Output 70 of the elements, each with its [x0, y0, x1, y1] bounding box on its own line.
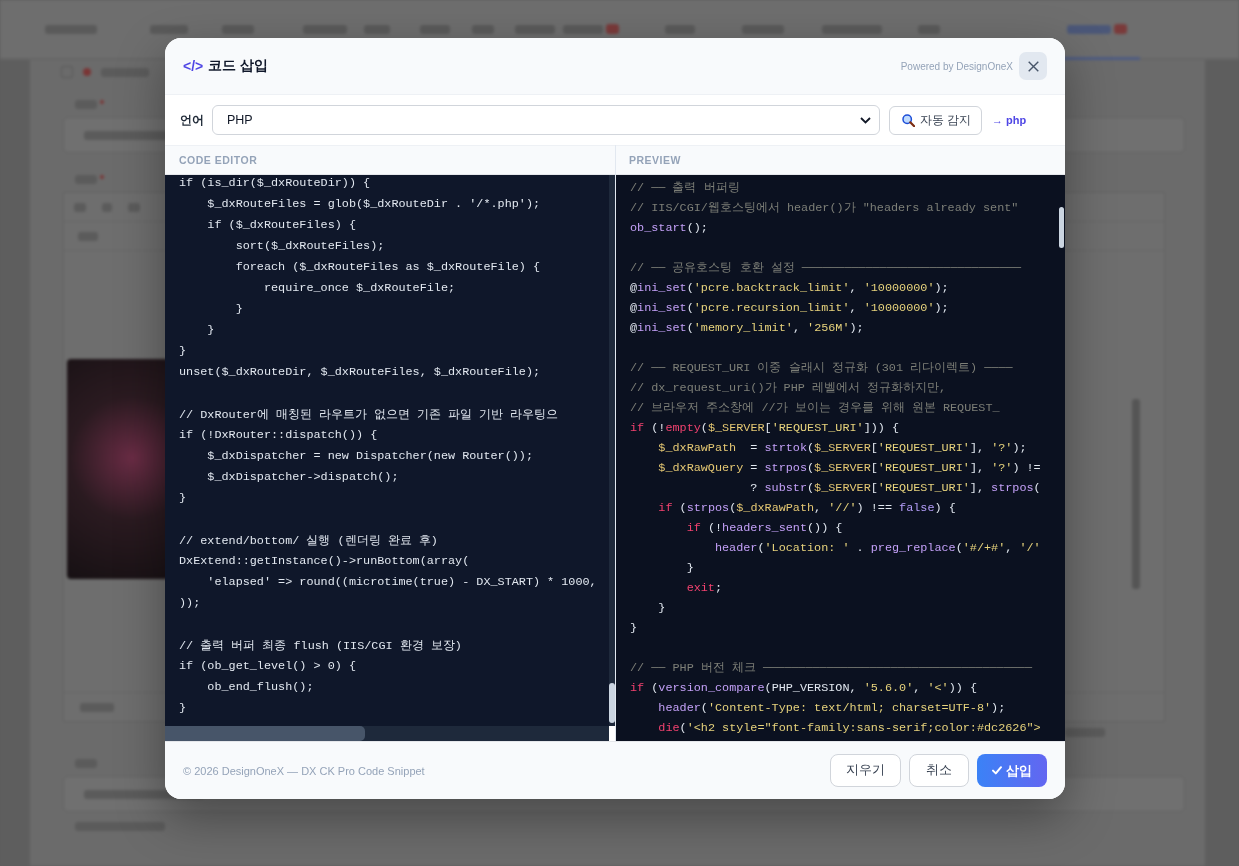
code-line: // extend/bottom/ 실행 (렌더링 완료 후) [179, 533, 438, 550]
code-line: @ini_set('pcre.recursion_limit', '10000000'); [630, 300, 949, 317]
code-line: } [685, 560, 694, 577]
cancel-button[interactable]: 취소 [909, 754, 969, 787]
powered-by-text: Powered by DesignOneX [900, 60, 1013, 72]
code-line: } [630, 620, 638, 637]
code-editor-heading: CODE EDITOR [165, 145, 615, 175]
code-line: } [206, 323, 215, 339]
code-line: die('<h2 style="font-family:sans-serif;color:#dc2626"> [657, 720, 1041, 737]
code-line: ob_start(); [630, 220, 708, 237]
code-line: unset($_dxRouteDir, $_dxRouteFiles, $_dxRouteFile); [179, 365, 541, 381]
auto-detect-button[interactable]: 자동 감지 [888, 105, 982, 135]
language-select[interactable]: PHP [212, 105, 880, 135]
code-line: // dx_request_uri()가 PHP 레벨에서 정규화하지만, [630, 380, 947, 397]
code-line: foreach ($_dxRouteFiles as $_dxRouteFile) { [234, 260, 541, 276]
code-line: if (ob_get_level() > 0) { [179, 659, 356, 675]
code-line: @ini_set('memory_limit', '256M'); [630, 320, 864, 337]
code-line: // 브라우저 주소창에 //가 보이는 경우를 위해 원본 REQUEST_ [630, 400, 1000, 417]
code-line: DxExtend::getInstance()->runBottom(array( [179, 554, 470, 570]
code-line: if (!DxRouter::dispatch()) { [179, 428, 378, 444]
code-line: if (is_dir($_dxRouteDir)) { [179, 176, 371, 192]
code-line: if (!headers_sent()) { [685, 520, 843, 537]
code-line: if (version_compare(PHP_VERSION, '5.6.0', '<')) { [630, 680, 977, 697]
code-icon: </> [183, 58, 204, 74]
code-line: 'elapsed' => round((microtime(true) - DX_START) * 1000, [206, 575, 597, 591]
code-line: // ── REQUEST_URI 이중 슬래시 정규화 (301 리다이렉트) ──── [630, 360, 1013, 377]
code-line: sort($_dxRouteFiles); [234, 239, 385, 255]
code-line: // DxRouter에 매칭된 라우트가 없으면 기존 파일 기반 라우팅으 [179, 407, 559, 424]
code-line: exit; [685, 580, 723, 597]
code-line: require_once $_dxRouteFile; [262, 281, 456, 297]
code-line: header('Content-Type: text/html; charset=UTF-8'); [657, 700, 1006, 717]
code-line: )); [179, 596, 201, 612]
code-line: // 출력 버퍼 최종 flush (IIS/CGI 환경 보장) [179, 638, 462, 655]
clear-button[interactable]: 지우기 [830, 754, 901, 787]
code-line: // ── 출력 버퍼링 [630, 180, 740, 197]
code-line: $_dxDispatcher->dispatch(); [206, 470, 399, 486]
dialog-title: 코드 삽입 [208, 57, 269, 75]
scrollbar-thumb[interactable] [1059, 207, 1064, 248]
code-line: header('Location: ' . preg_replace('#/+#', '/' [713, 540, 1041, 557]
code-line: // IIS/CGI/웹호스팅에서 header()가 "headers already sent" [630, 200, 1019, 217]
insert-button[interactable]: 삽입 [977, 754, 1047, 787]
code-line: // ── PHP 버전 체크 ────────────────────────────────────── [630, 660, 1032, 677]
search-icon [901, 113, 915, 127]
code-line: if ($_dxRouteFiles) { [206, 218, 356, 234]
code-line: // ── 공유호스팅 호환 설정 ─────────────────────────────── [630, 260, 1022, 277]
code-line: ob_end_flush(); [206, 680, 314, 696]
code-line: } [179, 491, 187, 507]
code-line: $_dxRawQuery = strpos($_SERVER['REQUEST_URI'], '?') != [657, 460, 1041, 477]
code-editor[interactable] [165, 175, 609, 726]
language-label: 언어 [180, 111, 204, 129]
code-line: if (!empty($_SERVER['REQUEST_URI'])) { [630, 420, 900, 437]
code-line: @ini_set('pcre.backtrack_limit', '10000000'); [630, 280, 949, 297]
preview-heading: PREVIEW [616, 145, 1065, 175]
code-line: $_dxRawPath = strtok($_SERVER['REQUEST_URI'], '?'); [657, 440, 1027, 457]
close-icon [1027, 60, 1039, 72]
code-line: ? substr($_SERVER['REQUEST_URI'], strpos( [749, 480, 1041, 497]
chevron-down-icon [859, 116, 871, 124]
code-line: } [179, 344, 187, 360]
scrollbar-thumb[interactable] [165, 726, 365, 741]
check-icon [992, 766, 1002, 775]
scrollbar-thumb[interactable] [609, 683, 615, 723]
code-line: } [234, 302, 243, 318]
code-line: $_dxRouteFiles = glob($_dxRouteDir . '/*.php'); [206, 197, 541, 213]
code-line: } [657, 600, 666, 617]
copyright-text: © 2026 DesignOneX — DX CK Pro Code Snippet [183, 764, 426, 777]
code-line: $_dxDispatcher = new Dispatcher(new Router()); [206, 449, 533, 465]
close-button[interactable] [1019, 52, 1047, 80]
code-line: } [179, 701, 187, 717]
detected-language: → php [992, 114, 1028, 126]
code-line: if (strpos($_dxRawPath, '//') !== false) { [657, 500, 956, 517]
